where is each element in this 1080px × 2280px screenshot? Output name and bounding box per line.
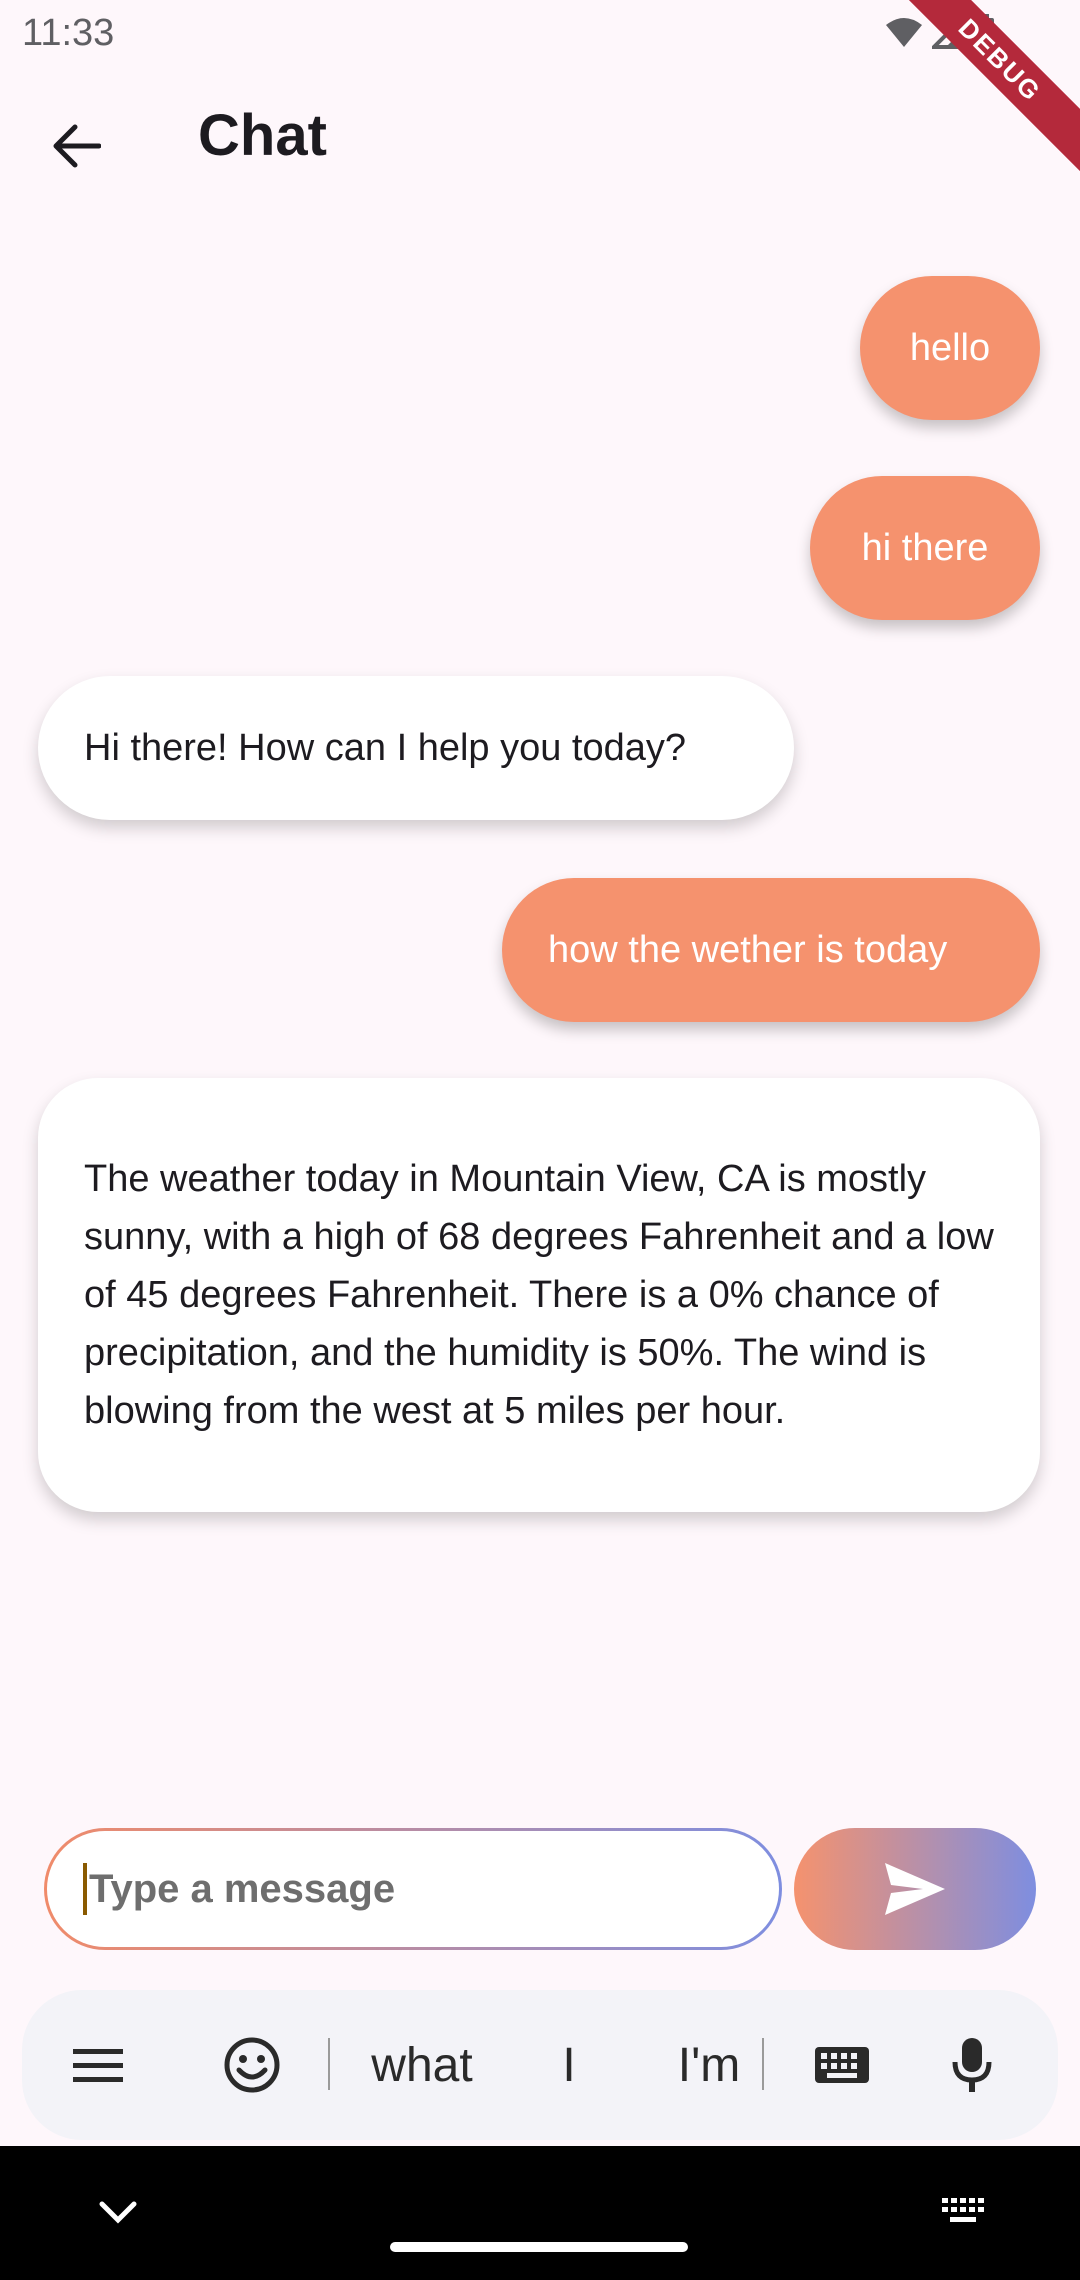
voice-input-button[interactable] xyxy=(932,1990,1012,2140)
message-bubble-bot: The weather today in Mountain View, CA i… xyxy=(38,1078,1040,1512)
send-icon xyxy=(885,1863,945,1915)
message-text: Hi there! How can I help you today? xyxy=(84,727,687,769)
arrow-back-icon xyxy=(53,124,101,168)
home-gesture-pill[interactable] xyxy=(390,2242,688,2252)
status-time: 11:33 xyxy=(22,12,115,54)
back-button[interactable] xyxy=(36,106,116,186)
keyboard-switch-icon xyxy=(942,2198,984,2222)
keyboard-suggestion-bar: what I I'm xyxy=(22,1990,1058,2140)
wifi-icon xyxy=(886,18,922,47)
suggestion-item[interactable]: I xyxy=(504,1990,634,2140)
message-input[interactable] xyxy=(89,1866,689,1912)
message-text: hi there xyxy=(861,527,989,569)
system-nav-bar xyxy=(0,2146,1080,2280)
text-caret xyxy=(83,1863,87,1915)
message-input-border xyxy=(44,1828,782,1950)
menu-icon xyxy=(73,2049,123,2082)
message-text: how the wether is today xyxy=(548,929,948,971)
emoji-icon xyxy=(224,2037,280,2093)
hide-keyboard-button[interactable] xyxy=(96,2198,140,2233)
suggestion-divider xyxy=(328,2038,330,2090)
message-bubble-bot: Hi there! How can I help you today? xyxy=(38,676,794,820)
message-text: hello xyxy=(909,327,991,369)
suggestion-divider xyxy=(762,2038,764,2090)
message-list[interactable]: hello hi there Hi there! How can I help … xyxy=(0,216,1080,1796)
message-bubble-user: how the wether is today xyxy=(502,878,1040,1022)
message-text: The weather today in Mountain View, CA i… xyxy=(84,1158,994,1432)
message-input-container[interactable] xyxy=(47,1831,779,1947)
page-title: Chat xyxy=(198,103,327,168)
emoji-button[interactable] xyxy=(212,1990,292,2140)
switch-keyboard-button[interactable] xyxy=(940,2196,986,2233)
composer-row xyxy=(0,1808,1080,1968)
send-button[interactable] xyxy=(794,1828,1036,1950)
chevron-down-icon xyxy=(99,2201,137,2224)
status-bar: 11:33 DEBUG xyxy=(0,0,1080,182)
app-bar: Chat xyxy=(0,66,1080,216)
keyboard-icon xyxy=(815,2047,869,2083)
suggestion-item[interactable]: what xyxy=(340,1990,504,2140)
microphone-icon xyxy=(952,2038,992,2092)
keyboard-menu-button[interactable] xyxy=(58,1990,138,2140)
message-bubble-user: hi there xyxy=(810,476,1040,620)
message-bubble-user: hello xyxy=(860,276,1040,420)
keyboard-button[interactable] xyxy=(792,1990,892,2140)
